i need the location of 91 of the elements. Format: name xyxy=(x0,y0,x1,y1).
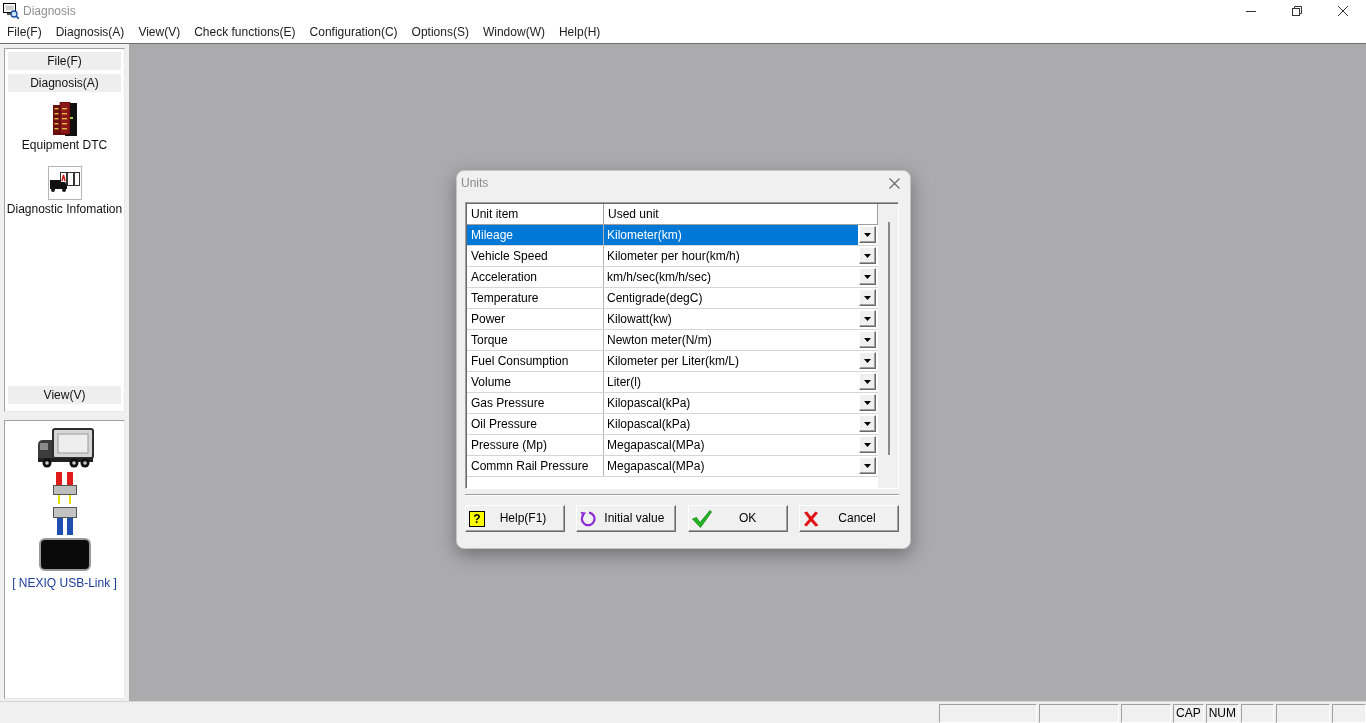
caret-icon xyxy=(864,295,871,300)
dropdown-button[interactable] xyxy=(859,457,876,474)
table-cell[interactable]: Kilowatt(kw) xyxy=(604,309,858,329)
status-indicator: NUM xyxy=(1205,704,1239,723)
table-cell[interactable]: Kilometer(km) xyxy=(604,225,858,245)
status-panel xyxy=(1121,704,1171,723)
caret-icon xyxy=(864,379,871,384)
sidebar-item[interactable]: Equipment DTC xyxy=(21,138,108,152)
menu-item[interactable]: File(F) xyxy=(0,25,49,40)
menu-item[interactable]: Options(S) xyxy=(404,25,476,40)
sidebar-item[interactable]: Diagnostic Infomation xyxy=(6,202,123,216)
dropdown-button[interactable] xyxy=(859,436,876,453)
scrollbar[interactable] xyxy=(887,222,890,455)
table-cell[interactable]: Vehicle Speed xyxy=(467,246,604,266)
dropdown-button[interactable] xyxy=(859,373,876,390)
caret-icon xyxy=(864,316,871,321)
truck-document-icon[interactable] xyxy=(47,166,82,200)
group-header[interactable]: Diagnosis(A) xyxy=(8,74,121,92)
restore-icon[interactable] xyxy=(1292,6,1302,16)
check-icon xyxy=(691,509,712,528)
device-label: [ NEXIQ USB-Link ] xyxy=(12,576,117,591)
status-panel xyxy=(1276,704,1330,723)
ok-button[interactable]: OK xyxy=(687,505,788,532)
truck-icon xyxy=(35,428,94,468)
monitor-magnifier-icon xyxy=(3,3,19,19)
dropdown-button[interactable] xyxy=(859,394,876,411)
menu-item[interactable]: Check functions(E) xyxy=(187,25,303,40)
caret-icon xyxy=(864,358,871,363)
caret-icon xyxy=(864,253,871,258)
status-panel xyxy=(1332,704,1366,723)
column-header: Used unit xyxy=(604,204,878,225)
table-cell[interactable]: Megapascal(MPa) xyxy=(604,456,858,476)
table-cell[interactable]: Centigrade(degC) xyxy=(604,288,858,308)
dropdown-button[interactable] xyxy=(859,247,876,264)
table-cell[interactable]: Kilometer per Liter(km/L) xyxy=(604,351,858,371)
table-cell[interactable]: Kilopascal(kPa) xyxy=(604,414,858,434)
caret-icon xyxy=(864,337,871,342)
device-icon xyxy=(38,538,91,571)
dropdown-button[interactable] xyxy=(859,352,876,369)
table-cell[interactable]: Commn Rail Pressure xyxy=(467,456,604,476)
column-header: Unit item xyxy=(467,204,604,225)
window-title: Diagnosis xyxy=(23,3,76,19)
minimize-icon[interactable] xyxy=(1246,10,1256,12)
caret-icon xyxy=(864,400,871,405)
table-cell[interactable]: Temperature xyxy=(467,288,604,308)
status-panel xyxy=(1241,704,1274,723)
table-cell[interactable]: Oil Pressure xyxy=(467,414,604,434)
reset-button[interactable]: Initial value xyxy=(576,505,677,532)
close-icon[interactable] xyxy=(1338,6,1348,16)
table-cell[interactable]: Megapascal(MPa) xyxy=(604,435,858,455)
dropdown-button[interactable] xyxy=(859,331,876,348)
table-cell[interactable]: Volume xyxy=(467,372,604,392)
dropdown-button[interactable] xyxy=(859,289,876,306)
menu-item[interactable]: Diagnosis(A) xyxy=(48,25,132,40)
group-header[interactable]: View(V) xyxy=(8,386,121,404)
table-cell[interactable]: Fuel Consumption xyxy=(467,351,604,371)
menu-item[interactable]: View(V) xyxy=(131,25,188,40)
plug-icon xyxy=(52,472,77,504)
status-indicator: CAP xyxy=(1173,704,1204,723)
table-cell[interactable]: Newton meter(N/m) xyxy=(604,330,858,350)
table-cell[interactable]: Mileage xyxy=(467,225,604,245)
table-cell[interactable]: Power xyxy=(467,309,604,329)
table-cell[interactable]: Kilopascal(kPa) xyxy=(604,393,858,413)
dialog-title: Units xyxy=(461,175,489,191)
help-icon: ? xyxy=(469,510,485,527)
menu-item[interactable]: Window(W) xyxy=(475,25,552,40)
caret-icon xyxy=(864,442,871,447)
table-cell[interactable]: Acceleration xyxy=(467,267,604,287)
help-button[interactable]: ? Help(F1) xyxy=(465,505,565,532)
table-cell[interactable]: Torque xyxy=(467,330,604,350)
connector-icon xyxy=(52,507,77,535)
dropdown-button[interactable] xyxy=(859,310,876,327)
dropdown-button[interactable] xyxy=(859,226,876,243)
circular-arrow-icon xyxy=(580,510,597,527)
caret-icon xyxy=(864,274,871,279)
menu-item[interactable]: Help(H) xyxy=(551,25,608,40)
table-cell[interactable]: Kilometer per hour(km/h) xyxy=(604,246,858,266)
cancel-button[interactable]: Cancel xyxy=(799,505,899,532)
table-cell[interactable]: km/h/sec(km/h/sec) xyxy=(604,267,858,287)
dropdown-button[interactable] xyxy=(859,415,876,432)
book-icon[interactable] xyxy=(52,102,77,136)
dropdown-button[interactable] xyxy=(859,268,876,285)
caret-icon xyxy=(864,421,871,426)
cross-icon xyxy=(803,510,819,527)
caret-icon xyxy=(864,232,871,237)
table-cell[interactable]: Pressure (Mp) xyxy=(467,435,604,455)
table-cell[interactable]: Gas Pressure xyxy=(467,393,604,413)
group-header[interactable]: File(F) xyxy=(8,52,121,70)
table-cell[interactable]: Liter(l) xyxy=(604,372,858,392)
caret-icon xyxy=(864,463,871,468)
menu-item[interactable]: Configuration(C) xyxy=(302,25,405,40)
